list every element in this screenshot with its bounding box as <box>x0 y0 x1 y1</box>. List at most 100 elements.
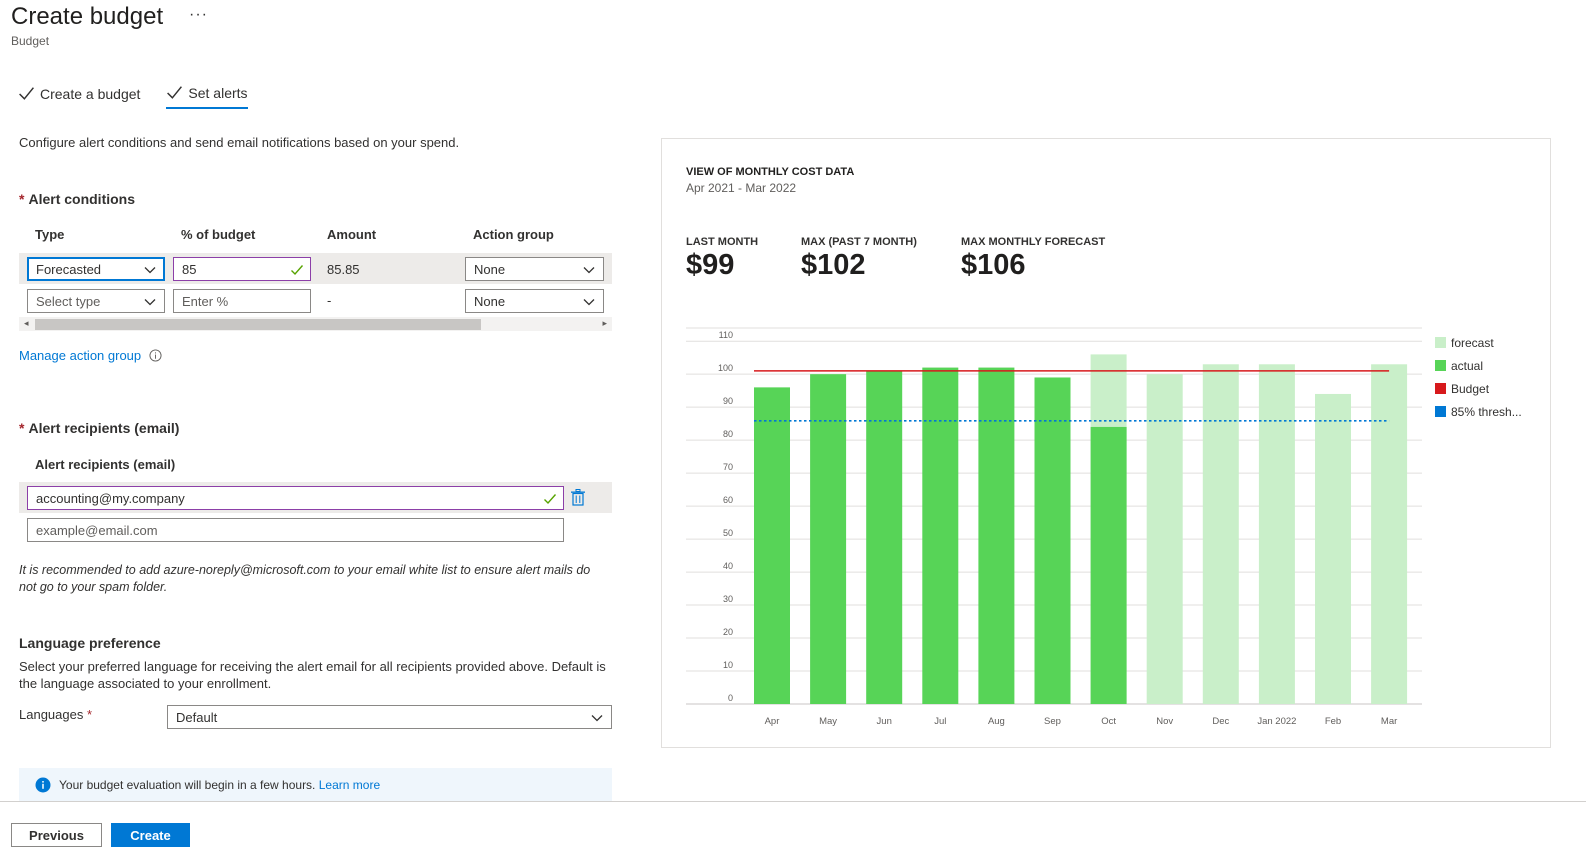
y-tick-label: 60 <box>723 495 733 505</box>
y-tick-label: 50 <box>723 528 733 538</box>
previous-button[interactable]: Previous <box>11 823 102 847</box>
percent-input-value: 85 <box>182 261 197 277</box>
footer-bar: Previous Create <box>0 801 1586 866</box>
manage-action-group-link[interactable]: Manage action group <box>19 348 141 363</box>
languages-label: Languages * <box>19 707 96 722</box>
x-tick-label: Mar <box>1381 716 1397 727</box>
action-group-value: None <box>474 293 506 309</box>
x-tick-label: Dec <box>1212 716 1229 727</box>
type-dropdown-placeholder: Select type <box>36 293 101 309</box>
page-subtitle: Budget <box>11 34 50 48</box>
actual-bar <box>922 367 959 704</box>
x-tick-label: Nov <box>1156 716 1173 727</box>
amount-value: - <box>327 293 332 308</box>
alert-recipients-heading: * Alert recipients (email) <box>19 420 179 436</box>
y-tick-label: 70 <box>723 462 733 472</box>
alert-conditions-heading: * Alert conditions <box>19 191 135 207</box>
forecast-bar <box>1258 364 1295 704</box>
legend-item[interactable]: actual <box>1435 354 1522 377</box>
checkmark-icon <box>19 87 34 100</box>
actual-bar <box>1034 377 1071 704</box>
info-message-text: Your budget evaluation will begin in a f… <box>59 778 380 792</box>
recipients-column-label: Alert recipients (email) <box>35 457 176 472</box>
actual-bar <box>1090 426 1127 704</box>
step-create-budget[interactable]: Create a budget <box>18 84 140 109</box>
recipient-email-input[interactable]: accounting@my.company <box>27 486 564 510</box>
legend-swatch <box>1435 406 1446 417</box>
legend-label: actual <box>1451 358 1484 373</box>
wizard-steps: Create a budget Set alerts <box>18 84 248 109</box>
scrollbar-thumb[interactable] <box>35 319 481 330</box>
info-icon[interactable] <box>149 349 162 362</box>
legend-swatch <box>1435 337 1446 348</box>
recipient-email-value: accounting@my.company <box>36 490 185 506</box>
x-tick-label: Apr <box>765 716 780 727</box>
checkmark-icon <box>167 86 183 99</box>
action-group-dropdown[interactable]: None <box>465 289 604 313</box>
y-tick-label: 110 <box>719 330 733 340</box>
language-dropdown[interactable]: Default <box>167 705 612 729</box>
chevron-down-icon <box>591 715 603 722</box>
info-message-body: Your budget evaluation will begin in a f… <box>59 778 316 792</box>
new-recipient-email-input[interactable]: example@email.com <box>27 518 564 542</box>
delete-icon[interactable] <box>570 489 586 506</box>
whitelist-note: It is recommended to add azure-noreply@m… <box>19 563 591 594</box>
step-label: Set alerts <box>188 84 248 101</box>
more-options-button[interactable]: ··· <box>189 6 208 24</box>
legend-label: forecast <box>1451 335 1494 350</box>
x-tick-label: Sep <box>1044 716 1061 727</box>
info-message-bar: Your budget evaluation will begin in a f… <box>19 768 612 802</box>
legend-swatch <box>1435 383 1446 394</box>
y-tick-label: 10 <box>723 660 733 670</box>
percent-input-placeholder: Enter % <box>182 293 229 309</box>
scroll-right-icon[interactable]: ▸ <box>602 318 607 329</box>
y-tick-label: 0 <box>728 693 733 703</box>
column-header-amount: Amount <box>327 227 377 242</box>
horizontal-scrollbar[interactable]: ◂ ▸ <box>19 317 612 331</box>
legend-item[interactable]: 85% thresh... <box>1435 400 1522 423</box>
forecast-bar <box>1315 393 1351 704</box>
chevron-down-icon <box>144 299 156 306</box>
page-description: Configure alert conditions and send emai… <box>19 135 460 150</box>
legend-swatch <box>1435 360 1446 371</box>
chevron-down-icon <box>583 299 595 306</box>
scroll-left-icon[interactable]: ◂ <box>24 318 29 329</box>
cost-data-panel: VIEW OF MONTHLY COST DATA Apr 2021 - Mar… <box>661 138 1551 748</box>
type-dropdown[interactable]: Select type <box>27 289 165 313</box>
x-tick-label: Jan 2022 <box>1257 716 1296 727</box>
create-button[interactable]: Create <box>111 823 190 847</box>
chevron-down-icon <box>144 267 156 274</box>
language-dropdown-value: Default <box>176 709 218 725</box>
x-tick-label: Jul <box>934 716 946 727</box>
legend-label: 85% thresh... <box>1451 404 1522 419</box>
required-marker: * <box>19 420 25 436</box>
column-header-percent: % of budget <box>181 227 256 242</box>
percent-input[interactable]: 85 <box>173 257 311 281</box>
required-marker: * <box>19 191 25 207</box>
legend-label: Budget <box>1451 381 1490 396</box>
y-tick-label: 20 <box>723 627 733 637</box>
manage-action-group: Manage action group <box>19 348 162 363</box>
type-dropdown-value: Forecasted <box>36 261 102 277</box>
x-tick-label: Feb <box>1325 716 1341 727</box>
y-tick-label: 90 <box>723 396 733 406</box>
type-dropdown[interactable]: Forecasted <box>27 257 165 281</box>
info-icon <box>35 777 51 793</box>
learn-more-link[interactable]: Learn more <box>319 778 380 792</box>
language-description: Select your preferred language for recei… <box>19 659 606 691</box>
legend-item[interactable]: forecast <box>1435 331 1522 354</box>
x-tick-label: Aug <box>988 716 1005 727</box>
percent-input[interactable]: Enter % <box>173 289 311 313</box>
actual-bar <box>810 374 847 704</box>
legend-item[interactable]: Budget <box>1435 377 1522 400</box>
column-header-type: Type <box>35 227 65 242</box>
x-tick-label: May <box>819 716 837 727</box>
required-marker: * <box>86 707 93 722</box>
actual-bar <box>754 387 790 704</box>
y-tick-label: 40 <box>723 561 733 571</box>
action-group-dropdown[interactable]: None <box>465 257 604 281</box>
y-tick-label: 100 <box>718 363 733 373</box>
step-label: Create a budget <box>40 85 141 102</box>
step-set-alerts[interactable]: Set alerts <box>166 84 248 109</box>
x-tick-label: Jun <box>877 716 892 727</box>
